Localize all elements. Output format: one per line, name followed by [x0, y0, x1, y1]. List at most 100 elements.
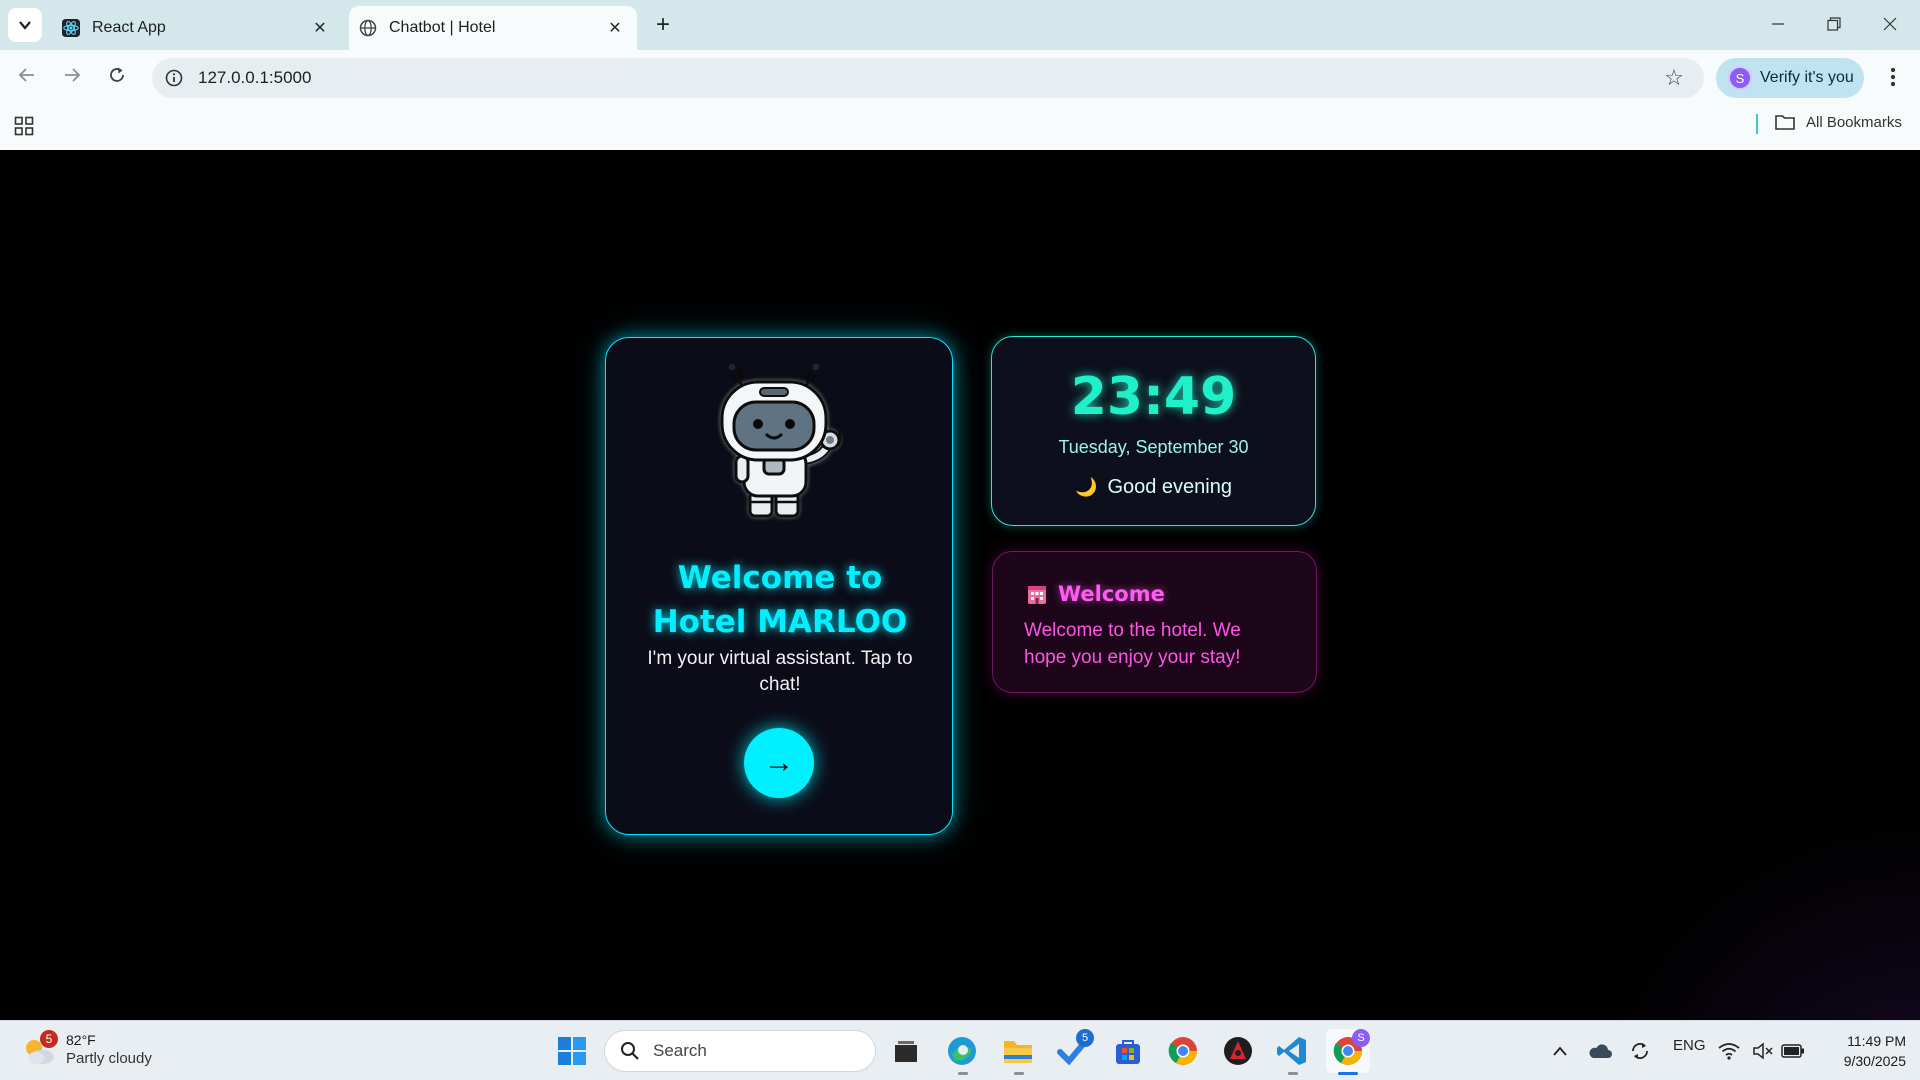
page-viewport: Welcome to Hotel MARLOO I'm your virtual…: [0, 150, 1920, 1020]
menu-button[interactable]: [1878, 60, 1908, 94]
search-placeholder: Search: [653, 1041, 707, 1060]
chrome-profile-button[interactable]: S: [1326, 1029, 1370, 1073]
chrome-button[interactable]: [1161, 1029, 1205, 1073]
reload-button[interactable]: [100, 58, 134, 92]
weather-alert-badge: 5: [40, 1030, 58, 1048]
back-button[interactable]: [10, 58, 44, 92]
restore-icon: [1827, 17, 1841, 31]
edge-button[interactable]: [940, 1029, 984, 1073]
close-icon[interactable]: ✕: [603, 16, 627, 40]
language-indicator[interactable]: ENG: [1673, 1037, 1706, 1054]
chrome-active-indicator: [1338, 1072, 1358, 1075]
greeting: 🌙 Good evening: [992, 476, 1315, 499]
volume-muted-icon: [1753, 1042, 1773, 1060]
all-bookmarks-label: All Bookmarks: [1806, 113, 1902, 131]
app-icon: [1224, 1037, 1252, 1065]
search-icon: [619, 1040, 641, 1062]
wifi-icon: [1718, 1043, 1740, 1060]
tab-title: React App: [92, 19, 166, 36]
tab-title: Chatbot | Hotel: [389, 19, 496, 36]
welcome-subtitle: I'm your virtual assistant. Tap to chat!: [647, 648, 913, 695]
start-chat-button[interactable]: →: [744, 728, 814, 798]
apps-grid-icon[interactable]: [12, 114, 36, 138]
todo-badge: 5: [1076, 1029, 1094, 1047]
sync-button[interactable]: [1618, 1029, 1662, 1073]
store-icon: [1116, 1040, 1140, 1064]
more-vertical-icon: [1890, 67, 1896, 87]
system-date: 9/30/2025: [1843, 1053, 1906, 1069]
windows-icon: [558, 1037, 586, 1065]
welcome-card[interactable]: Welcome to Hotel MARLOO I'm your virtual…: [605, 337, 953, 835]
new-tab-button[interactable]: +: [648, 10, 678, 40]
minimize-icon: [1772, 23, 1784, 25]
edge-icon: [948, 1037, 976, 1065]
chevron-down-icon: [19, 21, 31, 30]
taskbar: 5 82°F Partly cloudy Search 5 S ENG 11:4…: [0, 1020, 1920, 1080]
store-button[interactable]: [1106, 1029, 1150, 1073]
explorer-running-indicator: [1014, 1072, 1024, 1075]
arrow-right-icon: [65, 68, 81, 82]
forward-button[interactable]: [55, 58, 89, 92]
clock-card: 23:49 Tuesday, September 30 🌙 Good eveni…: [991, 336, 1316, 526]
all-bookmarks-button[interactable]: All Bookmarks: [1774, 112, 1902, 132]
close-icon[interactable]: ✕: [308, 16, 332, 40]
bookmarks-bar: All Bookmarks: [0, 100, 1920, 150]
weather-desc: Partly cloudy: [66, 1050, 152, 1067]
bookmarks-divider: [1756, 114, 1758, 134]
partly-cloudy-icon: 5: [20, 1030, 60, 1068]
notice-body: Welcome to the hotel. We hope you enjoy …: [1024, 620, 1241, 668]
start-button[interactable]: [550, 1029, 594, 1073]
weather-temp: 82°F: [66, 1032, 96, 1048]
todo-button[interactable]: 5: [1052, 1029, 1096, 1073]
vscode-icon: [1277, 1037, 1306, 1065]
clock-time: 23:49: [1070, 367, 1237, 427]
close-window-button[interactable]: [1862, 6, 1918, 42]
folder-icon: [1004, 1041, 1032, 1063]
verify-profile-button[interactable]: S Verify it's you: [1716, 58, 1864, 98]
tab-chatbot-hotel[interactable]: Chatbot | Hotel ✕: [349, 6, 637, 50]
notice-header: Welcome: [1026, 582, 1165, 606]
clock-date: Tuesday, September 30: [1058, 437, 1249, 457]
onedrive-button[interactable]: [1578, 1029, 1622, 1073]
chevron-up-icon: [1553, 1046, 1567, 1056]
profile-badge: S: [1352, 1029, 1370, 1047]
volume-button[interactable]: [1748, 1029, 1778, 1073]
file-explorer-button[interactable]: [996, 1029, 1040, 1073]
red-app-button[interactable]: [1216, 1029, 1260, 1073]
task-view-button[interactable]: [884, 1029, 928, 1073]
folder-icon: [1774, 112, 1796, 132]
welcome-notice-card: Welcome Welcome to the hotel. We hope yo…: [992, 551, 1317, 693]
verify-label: Verify it's you: [1760, 69, 1854, 86]
url-text: 127.0.0.1:5000: [198, 68, 312, 87]
sync-icon: [1632, 1043, 1648, 1059]
system-time: 11:49 PM: [1847, 1033, 1906, 1049]
taskbar-search[interactable]: Search: [604, 1030, 876, 1072]
chrome-icon: [1168, 1037, 1197, 1065]
react-icon: [62, 19, 80, 37]
weather-widget[interactable]: 5 82°F Partly cloudy: [20, 1030, 152, 1069]
moon-icon: 🌙: [1075, 477, 1098, 497]
address-bar[interactable]: 127.0.0.1:5000 ☆: [152, 58, 1704, 98]
wifi-button[interactable]: [1712, 1029, 1746, 1073]
battery-button[interactable]: [1776, 1029, 1810, 1073]
vscode-running-indicator: [1288, 1072, 1298, 1075]
bookmark-star-icon[interactable]: ☆: [1662, 65, 1686, 90]
welcome-title: Welcome to Hotel MARLOO: [652, 560, 908, 640]
site-info-icon[interactable]: [164, 68, 184, 88]
tab-react-app[interactable]: React App ✕: [52, 6, 342, 50]
tab-search-button[interactable]: [8, 8, 42, 42]
minimize-button[interactable]: [1750, 6, 1806, 42]
cloud-icon: [1589, 1044, 1612, 1058]
system-clock[interactable]: 11:49 PM 9/30/2025: [1810, 1031, 1906, 1071]
restore-button[interactable]: [1806, 6, 1862, 42]
vscode-button[interactable]: [1270, 1029, 1314, 1073]
greeting-text: Good evening: [1107, 476, 1232, 498]
robot-mascot-icon: [720, 360, 842, 518]
close-icon: [1883, 17, 1897, 31]
battery-icon: [1781, 1044, 1804, 1058]
edge-running-indicator: [958, 1072, 968, 1075]
tab-bar: React App ✕ Chatbot | Hotel ✕ +: [0, 0, 1920, 50]
task-view-icon: [895, 1041, 917, 1062]
show-hidden-icons-button[interactable]: [1538, 1029, 1582, 1073]
reload-icon: [110, 67, 124, 82]
